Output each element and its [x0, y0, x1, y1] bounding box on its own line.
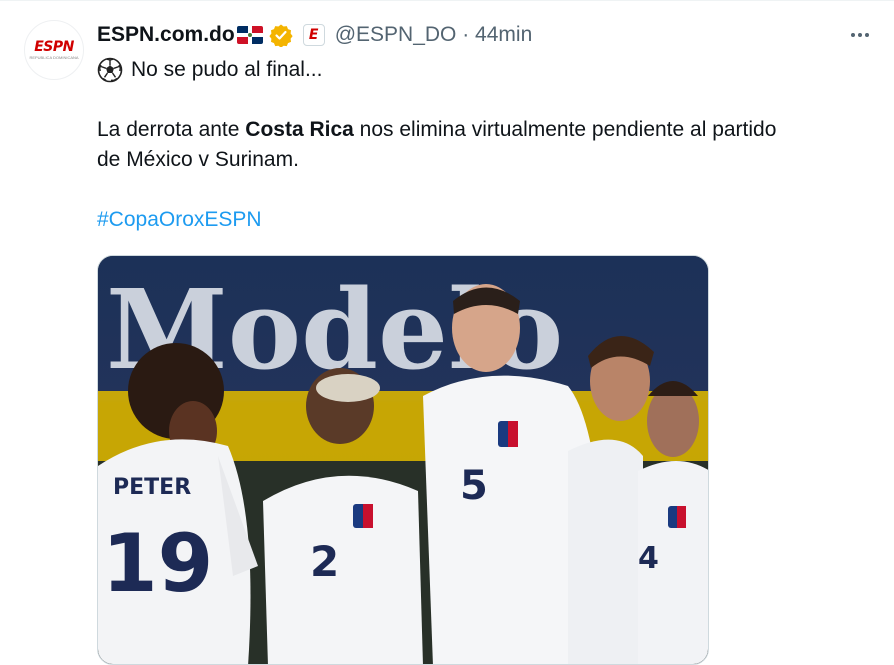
- tweet-photo[interactable]: Modelo PETER 19 2 5 4: [97, 255, 709, 665]
- dominican-flag-icon: [236, 26, 263, 44]
- line2-bold: Costa Rica: [245, 118, 354, 141]
- line2-after: nos elimina virtualmente pendiente al pa…: [353, 118, 777, 141]
- tweet-text-line-1: No se pudo al final...: [97, 57, 322, 83]
- tweet-text-line-2: La derrota ante Costa Rica nos elimina v…: [97, 118, 776, 142]
- jersey-number-2: 2: [310, 537, 339, 586]
- verified-badge-icon[interactable]: [269, 23, 293, 48]
- display-name[interactable]: ESPN.com.do: [97, 23, 235, 47]
- hashtag-link[interactable]: #CopaOroxESPN: [97, 208, 262, 232]
- avatar[interactable]: ESPN REPUBLICA DOMINICANA: [24, 20, 84, 80]
- handle-and-time[interactable]: @ESPN_DO · 44min: [335, 23, 533, 47]
- affiliate-badge[interactable]: E: [302, 24, 325, 46]
- jersey-name: PETER: [113, 475, 191, 500]
- jersey-number-19: 19: [102, 517, 213, 610]
- affiliate-badge-label: E: [308, 27, 319, 43]
- tweet-header: ESPN.com.do E @ESPN_DO · 44min: [97, 22, 532, 48]
- avatar-logo: ESPN: [34, 39, 74, 55]
- tweet-line-1-text: No se pudo al final...: [131, 58, 323, 81]
- jersey-number-4: 4: [638, 541, 659, 576]
- more-options-icon[interactable]: [846, 22, 874, 48]
- tweet-text-line-3: de México v Surinam.: [97, 148, 299, 171]
- soccer-ball-icon: [97, 57, 123, 83]
- line2-before: La derrota ante: [97, 118, 246, 141]
- jersey-number-5: 5: [460, 463, 488, 509]
- avatar-subtitle: REPUBLICA DOMINICANA: [29, 55, 79, 60]
- top-divider: [0, 0, 894, 1]
